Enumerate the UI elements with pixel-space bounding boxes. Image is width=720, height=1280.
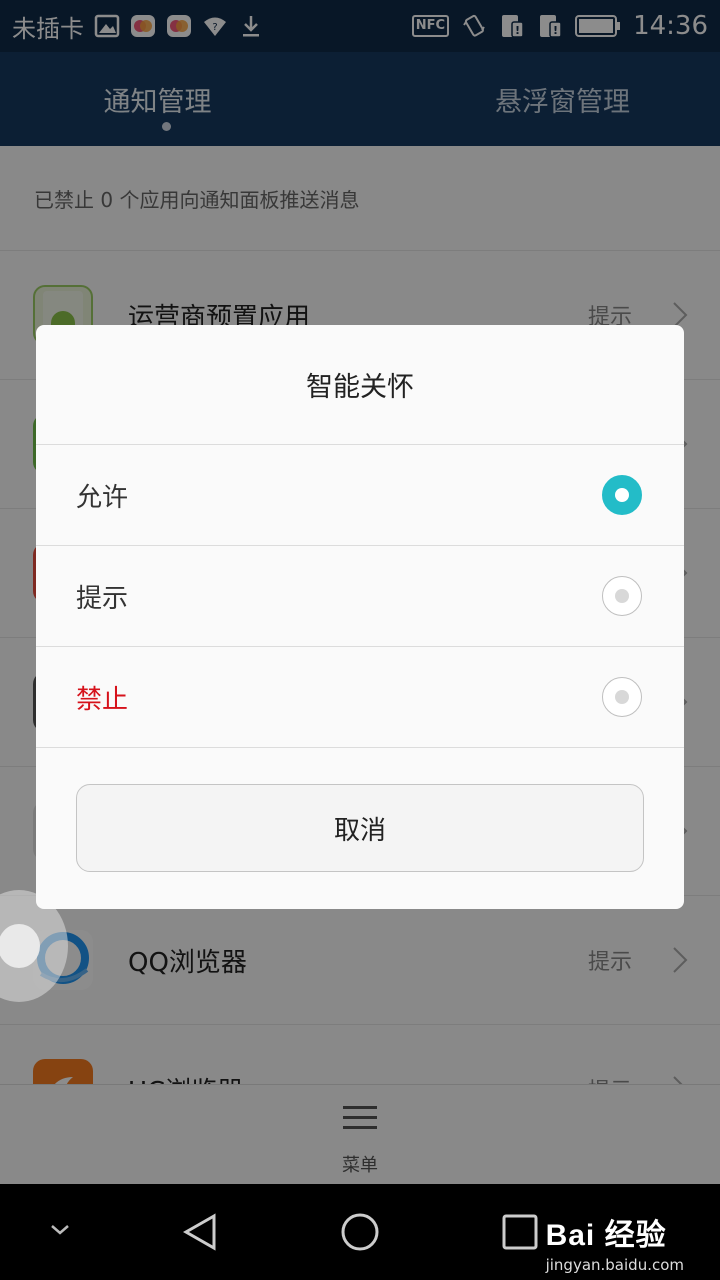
radio-unselected-icon[interactable] xyxy=(602,677,642,717)
option-allow[interactable]: 允许 xyxy=(36,445,684,546)
back-icon[interactable] xyxy=(182,1212,220,1252)
watermark-logo: Bai 经验 xyxy=(545,1219,667,1252)
baidu-jingyan-watermark: Bai 经验 jingyan.baidu.com xyxy=(546,1210,684,1274)
option-block[interactable]: 禁止 xyxy=(36,647,684,748)
option-label: 禁止 xyxy=(76,684,129,715)
option-prompt[interactable]: 提示 xyxy=(36,546,684,647)
radio-selected-icon[interactable] xyxy=(602,475,642,515)
radio-unselected-icon[interactable] xyxy=(602,576,642,616)
hide-navbar-icon[interactable] xyxy=(48,1222,72,1238)
option-label: 允许 xyxy=(76,482,129,513)
recent-apps-icon[interactable] xyxy=(502,1214,538,1250)
watermark-url: jingyan.baidu.com xyxy=(545,1256,684,1274)
floating-assistant-dot xyxy=(0,924,40,968)
notification-permission-dialog: 智能关怀 允许 提示 禁止 取消 xyxy=(36,325,684,909)
dialog-title: 智能关怀 xyxy=(36,325,684,445)
home-icon[interactable] xyxy=(340,1212,380,1252)
cancel-button[interactable]: 取消 xyxy=(76,784,644,872)
option-label: 提示 xyxy=(76,583,129,614)
